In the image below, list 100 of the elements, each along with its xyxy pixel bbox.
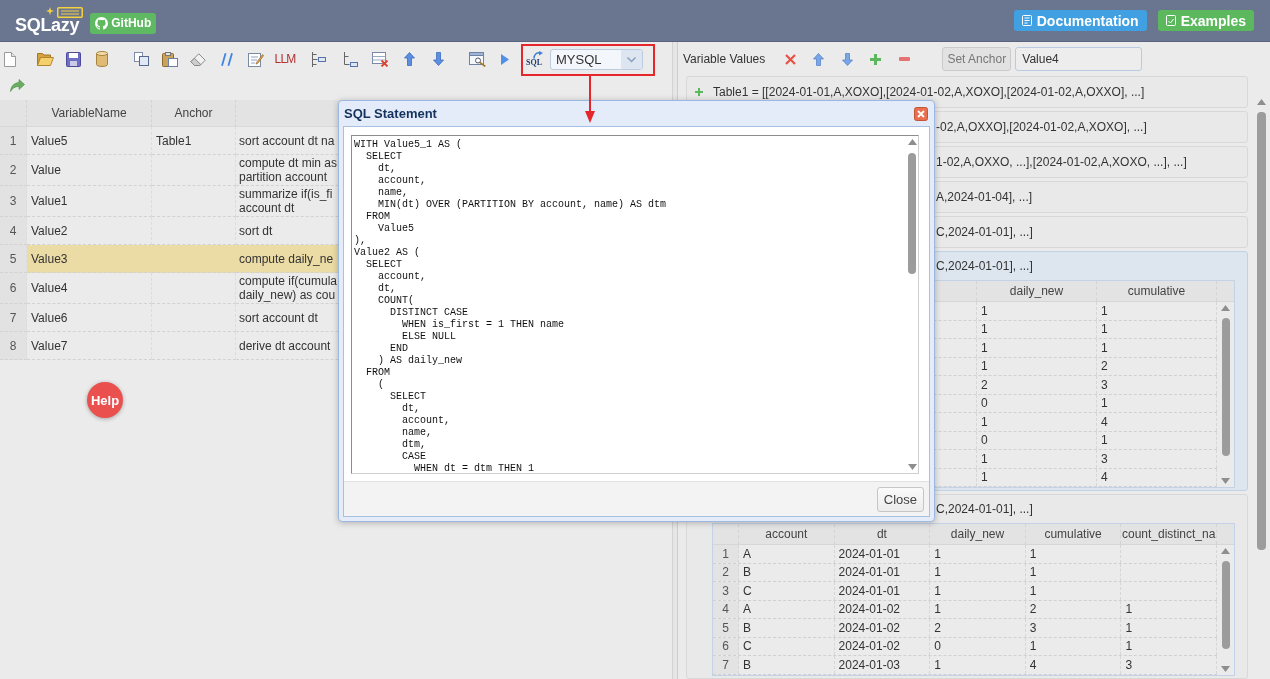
scrollbar-thumb[interactable] xyxy=(1221,561,1230,649)
table-cell: 1 xyxy=(934,583,941,598)
table-cell: 2 xyxy=(1029,602,1037,617)
down-arrow-icon[interactable] xyxy=(842,52,854,66)
table-cell: 1 xyxy=(981,470,988,485)
scrollbar-thumb[interactable] xyxy=(1221,318,1230,456)
variable-item[interactable] xyxy=(686,494,1248,679)
table-cell: 2024-01-02 xyxy=(838,602,900,617)
table-cell: 1 xyxy=(981,414,988,429)
variable-value-text: 1-02,A,OXXO, ...],[2024-01-02,A,XOXO, ...], ...] xyxy=(936,156,1187,168)
variable-value-text: C,2024-01-01], ...] xyxy=(936,226,1033,238)
up-arrow-icon[interactable] xyxy=(813,52,825,66)
variable-value-text: -02,A,OXXO],[2024-01-02,A,XOXO], ...] xyxy=(936,121,1147,133)
anchor-input[interactable]: Value4 xyxy=(1015,47,1143,71)
table-cell: 3 xyxy=(1125,657,1133,672)
row-number: 6 xyxy=(9,281,17,295)
scroll-up-icon[interactable] xyxy=(1221,548,1230,554)
row-number: 6 xyxy=(722,639,729,654)
table-cell: 1 xyxy=(934,602,941,617)
scrollbar-thumb[interactable] xyxy=(1256,112,1266,550)
play-icon[interactable] xyxy=(501,53,509,65)
folder-icon[interactable] xyxy=(36,52,54,66)
table-cell: Value3 xyxy=(31,251,68,266)
scroll-up-icon[interactable] xyxy=(1221,305,1230,311)
logo-text: SQLazy xyxy=(15,16,80,34)
table-cell: Value1 xyxy=(31,194,68,208)
document-lines-icon xyxy=(1021,15,1032,26)
table-cell: 1 xyxy=(981,340,988,355)
close-icon[interactable] xyxy=(914,106,928,121)
plus-icon[interactable] xyxy=(870,53,882,65)
column-header: dt xyxy=(876,527,887,541)
scroll-down-icon[interactable] xyxy=(1221,665,1230,672)
row-number: 5 xyxy=(9,251,17,266)
scroll-down-icon[interactable] xyxy=(1221,478,1230,484)
tree-lines-icon[interactable] xyxy=(310,51,326,67)
table-cell: Value6 xyxy=(31,310,68,325)
table-cell: 1 xyxy=(1125,602,1133,617)
scrollbar[interactable] xyxy=(906,136,918,473)
cross-icon[interactable] xyxy=(785,53,797,65)
table-cell: 1 xyxy=(1101,322,1108,337)
cylinder-icon[interactable] xyxy=(96,51,108,67)
row-number: 7 xyxy=(722,657,729,672)
table-cell: B xyxy=(743,620,751,635)
table-cell: Value4 xyxy=(31,281,68,295)
variable-value-text: A,2024-01-04], ...] xyxy=(936,191,1033,203)
scroll-down-icon[interactable] xyxy=(907,464,917,470)
document-check-icon xyxy=(1165,15,1176,26)
table-cell: B xyxy=(743,657,751,672)
double-slash-icon[interactable] xyxy=(221,52,233,66)
table-cell: 1 xyxy=(1125,620,1133,635)
sql-button[interactable]: SQL xyxy=(525,48,543,70)
window-magnifier-icon[interactable] xyxy=(468,51,486,67)
plus-icon[interactable] xyxy=(695,88,703,96)
row-number: 4 xyxy=(9,223,17,238)
table-cell: sort dt xyxy=(239,223,273,238)
llm-button[interactable]: LLM xyxy=(272,48,298,70)
table-cell: 1 xyxy=(1101,340,1108,355)
row-number: 1 xyxy=(722,546,729,561)
table-cell: C xyxy=(743,583,752,598)
table-cell: 0 xyxy=(981,433,988,448)
table-cell: 1 xyxy=(1029,546,1037,561)
dialect-select[interactable]: MYSQL xyxy=(550,48,643,70)
row-number: 1 xyxy=(9,133,17,148)
table-cell: Value2 xyxy=(31,223,68,238)
dialog-title: SQL Statement xyxy=(343,106,437,121)
clipboard-icon[interactable] xyxy=(162,51,178,67)
variable-value-text: C,2024-01-01], ...] xyxy=(936,503,1033,515)
row-number: 8 xyxy=(9,338,17,353)
table-cell: A xyxy=(743,546,751,561)
table-cell: Table1 xyxy=(156,133,192,148)
table-cell: 2024-01-01 xyxy=(838,546,900,561)
minus-icon[interactable] xyxy=(899,57,911,61)
column-header: daily_new xyxy=(1009,284,1064,298)
chevron-down-icon[interactable] xyxy=(621,49,642,69)
table-cell: 3 xyxy=(1101,451,1108,466)
table-cell: A xyxy=(743,602,751,617)
set-anchor-button[interactable]: Set Anchor xyxy=(942,47,1012,71)
table-cross-icon[interactable] xyxy=(371,51,389,67)
sparkle-bar-icon xyxy=(46,7,83,18)
scrollbar-thumb[interactable] xyxy=(908,153,916,274)
notepad-pencil-icon[interactable] xyxy=(248,51,264,67)
sql-text-field[interactable]: WITH Value5_1 AS ( SELECT dt, account, name, MIN(dt) OVER (PARTITION BY account, name) AS dtm FROM Value5 ), Value2 AS ( SELECT account, dt, COUNT( DISTINCT CASE WHEN is_first = 1 THEN name ELSE NULL END ) AS daily_new FROM ( SELECT dt, account, name, dtm, CASE WHEN dt = dtm THEN 1 xyxy=(351,135,919,474)
table-cell: Value xyxy=(31,163,61,177)
blank-page-icon[interactable] xyxy=(4,51,16,67)
table-cell: 1 xyxy=(1101,303,1108,318)
table-cell: 1 xyxy=(1029,583,1037,598)
close-button[interactable]: Close xyxy=(876,486,924,512)
eraser-icon[interactable] xyxy=(190,52,206,66)
branch-lines-icon[interactable] xyxy=(342,51,358,67)
variable-value-text: Table1 = [[2024-01-01,A,XOXO],[2024-01-02,A,XOXO],[2024-01-02,A,OXXO], ...] xyxy=(713,86,1145,98)
column-header: cumulative xyxy=(1044,527,1102,541)
table-cell: 1 xyxy=(934,546,941,561)
copy-icon[interactable] xyxy=(133,52,149,66)
up-arrow-icon[interactable] xyxy=(403,52,415,66)
down-arrow-icon[interactable] xyxy=(432,52,444,66)
table-cell: 1 xyxy=(1101,433,1108,448)
row-number: 2 xyxy=(722,565,729,580)
scroll-up-icon[interactable] xyxy=(1256,99,1266,105)
curved-arrow-icon[interactable] xyxy=(9,78,25,92)
row-number: 3 xyxy=(722,583,729,598)
